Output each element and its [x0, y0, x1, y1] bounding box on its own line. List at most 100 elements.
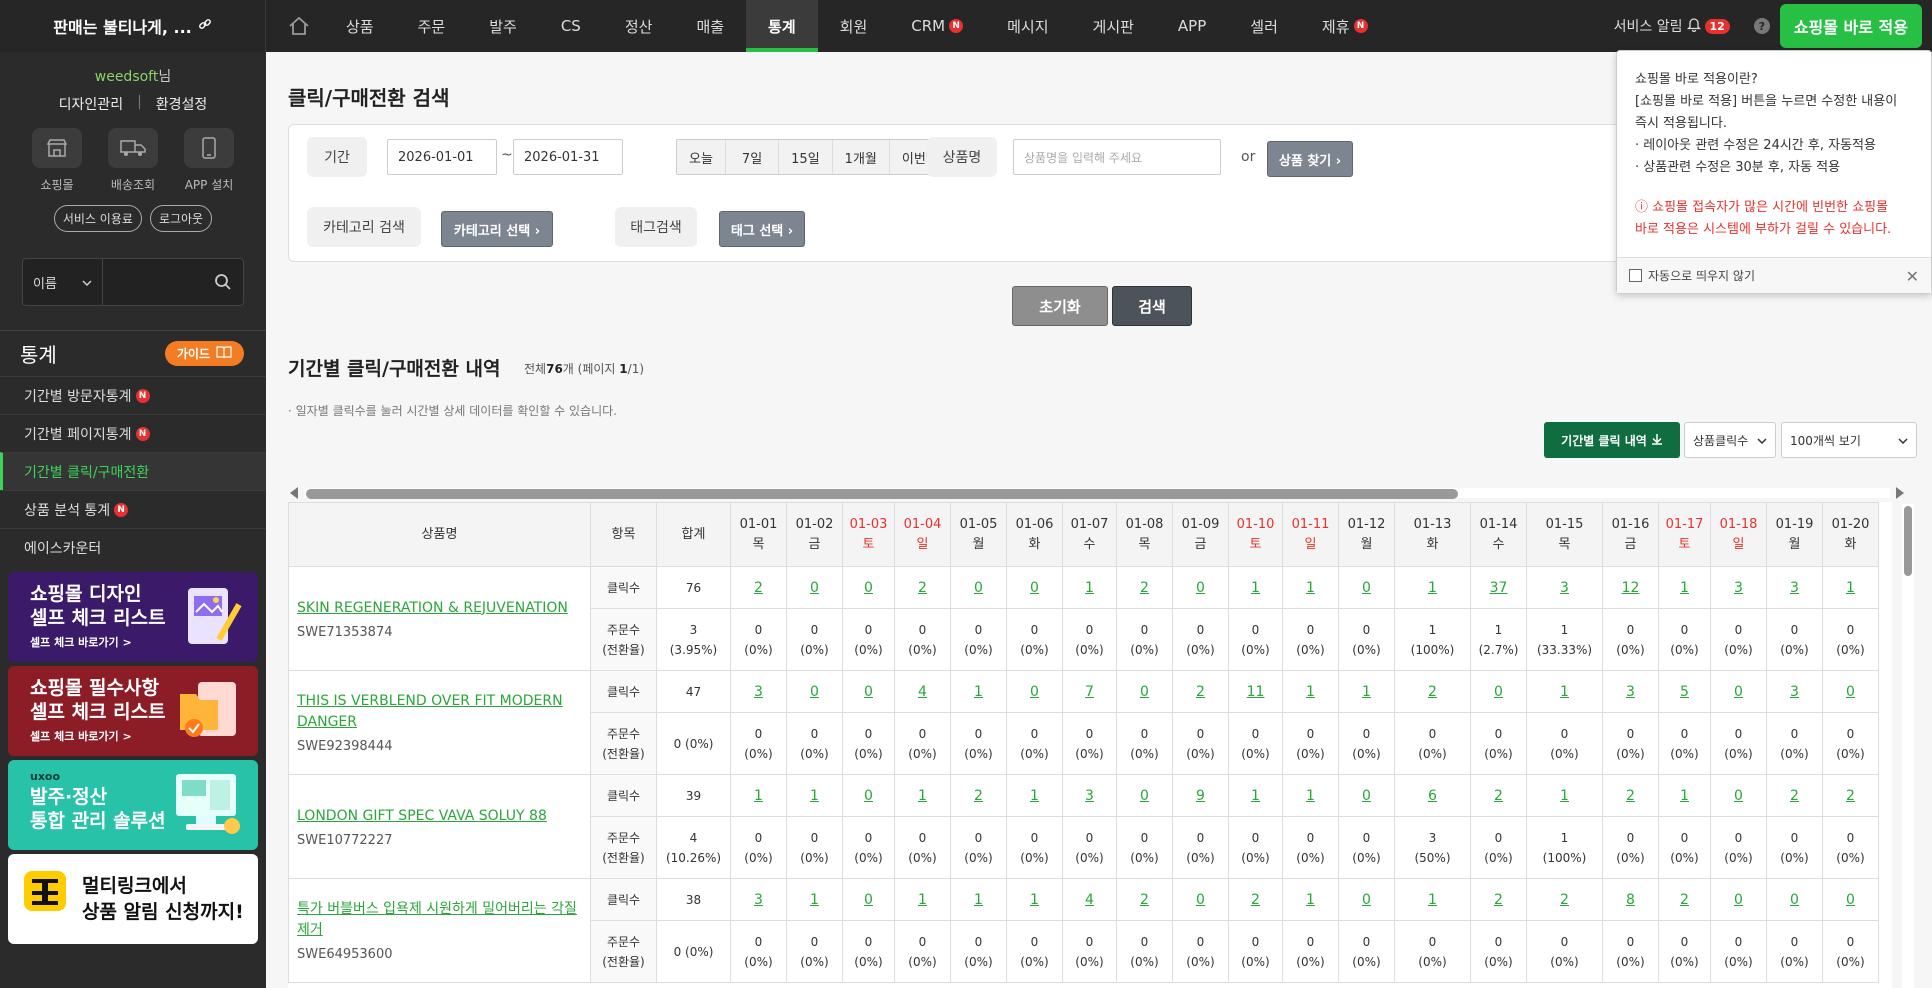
daily-click-link[interactable]: 0 — [1734, 892, 1743, 908]
apply-shop-button[interactable]: 쇼핑몰 바로 적용 — [1779, 4, 1922, 48]
daily-click-link[interactable]: 0 — [864, 788, 873, 804]
nav-item-7[interactable]: 회원 — [818, 0, 890, 52]
sidebar-item-4[interactable]: 에이스카운터 — [0, 528, 266, 566]
daily-click-link[interactable]: 2 — [1560, 892, 1569, 908]
nav-item-1[interactable]: 주문 — [396, 0, 468, 52]
daily-click-link[interactable]: 2 — [1494, 788, 1503, 804]
sidebar-item-0[interactable]: 기간별 방문자통계 N — [0, 376, 266, 414]
daily-click-link[interactable]: 0 — [1362, 788, 1371, 804]
product-name-link[interactable]: 특가 버블버스 입욕제 시원하게 밀어버리는 각질제거 — [297, 899, 582, 941]
design-manage-link[interactable]: 디자인관리 — [59, 94, 123, 114]
daily-click-link[interactable]: 1 — [1085, 580, 1094, 596]
horizontal-scrollbar[interactable] — [288, 484, 1906, 502]
daily-click-link[interactable]: 1 — [1362, 684, 1371, 700]
reset-button[interactable]: 초기화 — [1012, 286, 1108, 326]
sort-select[interactable]: 상품클릭수 — [1684, 422, 1776, 458]
daily-click-link[interactable]: 1 — [918, 788, 927, 804]
quick-delivery-button[interactable]: 배송조회 — [105, 128, 161, 193]
per-page-select[interactable]: 100개씩 보기 — [1781, 422, 1917, 458]
range-7d-button[interactable]: 7일 — [726, 140, 780, 174]
daily-click-link[interactable]: 7 — [1085, 684, 1094, 700]
daily-click-link[interactable]: 0 — [1362, 580, 1371, 596]
daily-click-link[interactable]: 0 — [810, 580, 819, 596]
product-name-link[interactable]: SKIN REGENERATION & REJUVENATION — [297, 598, 582, 619]
daily-click-link[interactable]: 3 — [1085, 788, 1094, 804]
design-checklist-banner[interactable]: 쇼핑몰 디자인 셀프 체크 리스트 셀프 체크 바로가기 > — [8, 572, 258, 662]
nav-item-5[interactable]: 매출 — [674, 0, 746, 52]
nav-item-10[interactable]: 게시판 — [1071, 0, 1156, 52]
search-type-select[interactable]: 이름 — [23, 259, 103, 305]
daily-click-link[interactable]: 1 — [1030, 788, 1039, 804]
daily-click-link[interactable]: 0 — [1196, 892, 1205, 908]
daily-click-link[interactable]: 1 — [1560, 788, 1569, 804]
daily-click-link[interactable]: 1 — [1251, 788, 1260, 804]
export-clicks-button[interactable]: 기간별 클릭 내역 — [1544, 422, 1680, 458]
daily-click-link[interactable]: 1 — [1306, 892, 1315, 908]
service-fee-button[interactable]: 서비스 이용료 — [53, 205, 142, 232]
daily-click-link[interactable]: 2 — [754, 580, 763, 596]
category-select-button[interactable]: 카테고리 선택 › — [441, 211, 553, 247]
daily-click-link[interactable]: 12 — [1622, 580, 1640, 596]
find-product-button[interactable]: 상품 찾기 › — [1267, 141, 1353, 177]
sidebar-item-1[interactable]: 기간별 페이지통계 N — [0, 414, 266, 452]
nav-item-11[interactable]: APP — [1156, 0, 1228, 52]
nav-item-12[interactable]: 셀러 — [1228, 0, 1300, 52]
nav-item-2[interactable]: 발주 — [467, 0, 539, 52]
daily-click-link[interactable]: 0 — [1140, 788, 1149, 804]
daily-click-link[interactable]: 1 — [1680, 788, 1689, 804]
daily-click-link[interactable]: 37 — [1490, 580, 1508, 596]
range-1m-button[interactable]: 1개월 — [833, 140, 890, 174]
range-today-button[interactable]: 오늘 — [677, 140, 726, 174]
multilink-banner[interactable]: 멀티링크에서 상품 알림 신청까지! — [8, 854, 258, 944]
daily-click-link[interactable]: 0 — [864, 892, 873, 908]
daily-click-link[interactable]: 1 — [974, 892, 983, 908]
nav-item-9[interactable]: 메시지 — [985, 0, 1070, 52]
daily-click-link[interactable]: 0 — [1734, 788, 1743, 804]
daily-click-link[interactable]: 0 — [864, 684, 873, 700]
scroll-right-arrow-icon[interactable] — [1896, 487, 1904, 499]
daily-click-link[interactable]: 1 — [1680, 580, 1689, 596]
daily-click-link[interactable]: 2 — [1626, 788, 1635, 804]
daily-click-link[interactable]: 1 — [918, 892, 927, 908]
daily-click-link[interactable]: 11 — [1247, 684, 1265, 700]
quick-shop-button[interactable]: 쇼핑몰 — [29, 128, 85, 193]
range-15d-button[interactable]: 15일 — [779, 140, 833, 174]
daily-click-link[interactable]: 4 — [1085, 892, 1094, 908]
nav-item-3[interactable]: CS — [539, 0, 603, 52]
daily-click-link[interactable]: 3 — [1560, 580, 1569, 596]
scroll-left-arrow-icon[interactable] — [290, 487, 298, 499]
daily-click-link[interactable]: 1 — [1560, 684, 1569, 700]
service-alert[interactable]: 서비스 알림 12 — [1614, 16, 1730, 36]
search-icon[interactable] — [203, 273, 243, 291]
search-button[interactable]: 검색 — [1112, 286, 1192, 326]
vscroll-thumb[interactable] — [1904, 506, 1912, 576]
daily-click-link[interactable]: 1 — [810, 788, 819, 804]
daily-click-link[interactable]: 0 — [1846, 684, 1855, 700]
daily-click-link[interactable]: 3 — [754, 684, 763, 700]
daily-click-link[interactable]: 3 — [1626, 684, 1635, 700]
daily-click-link[interactable]: 1 — [1846, 580, 1855, 596]
nav-item-8[interactable]: CRM N — [889, 0, 985, 52]
dont-show-checkbox[interactable] — [1629, 269, 1642, 282]
daily-click-link[interactable]: 2 — [1251, 892, 1260, 908]
product-name-link[interactable]: THIS IS VERBLEND OVER FIT MODERN DANGER — [297, 691, 582, 733]
daily-click-link[interactable]: 6 — [1428, 788, 1437, 804]
guide-button[interactable]: 가이드 — [164, 341, 244, 366]
daily-click-link[interactable]: 3 — [1734, 580, 1743, 596]
daily-click-link[interactable]: 2 — [918, 580, 927, 596]
daily-click-link[interactable]: 1 — [1306, 788, 1315, 804]
quick-app-button[interactable]: APP 설치 — [181, 128, 237, 193]
daily-click-link[interactable]: 0 — [1734, 684, 1743, 700]
daily-click-link[interactable]: 0 — [1030, 684, 1039, 700]
daily-click-link[interactable]: 2 — [1140, 892, 1149, 908]
daily-click-link[interactable]: 1 — [754, 788, 763, 804]
daily-click-link[interactable]: 1 — [974, 684, 983, 700]
daily-click-link[interactable]: 2 — [1196, 684, 1205, 700]
daily-click-link[interactable]: 0 — [1140, 684, 1149, 700]
daily-click-link[interactable]: 2 — [1428, 684, 1437, 700]
daily-click-link[interactable]: 2 — [1680, 892, 1689, 908]
daily-click-link[interactable]: 2 — [1790, 788, 1799, 804]
product-name-link[interactable]: LONDON GIFT SPEC VAVA SOLUY 88 — [297, 806, 582, 827]
daily-click-link[interactable]: 3 — [1790, 580, 1799, 596]
daily-click-link[interactable]: 0 — [1790, 892, 1799, 908]
